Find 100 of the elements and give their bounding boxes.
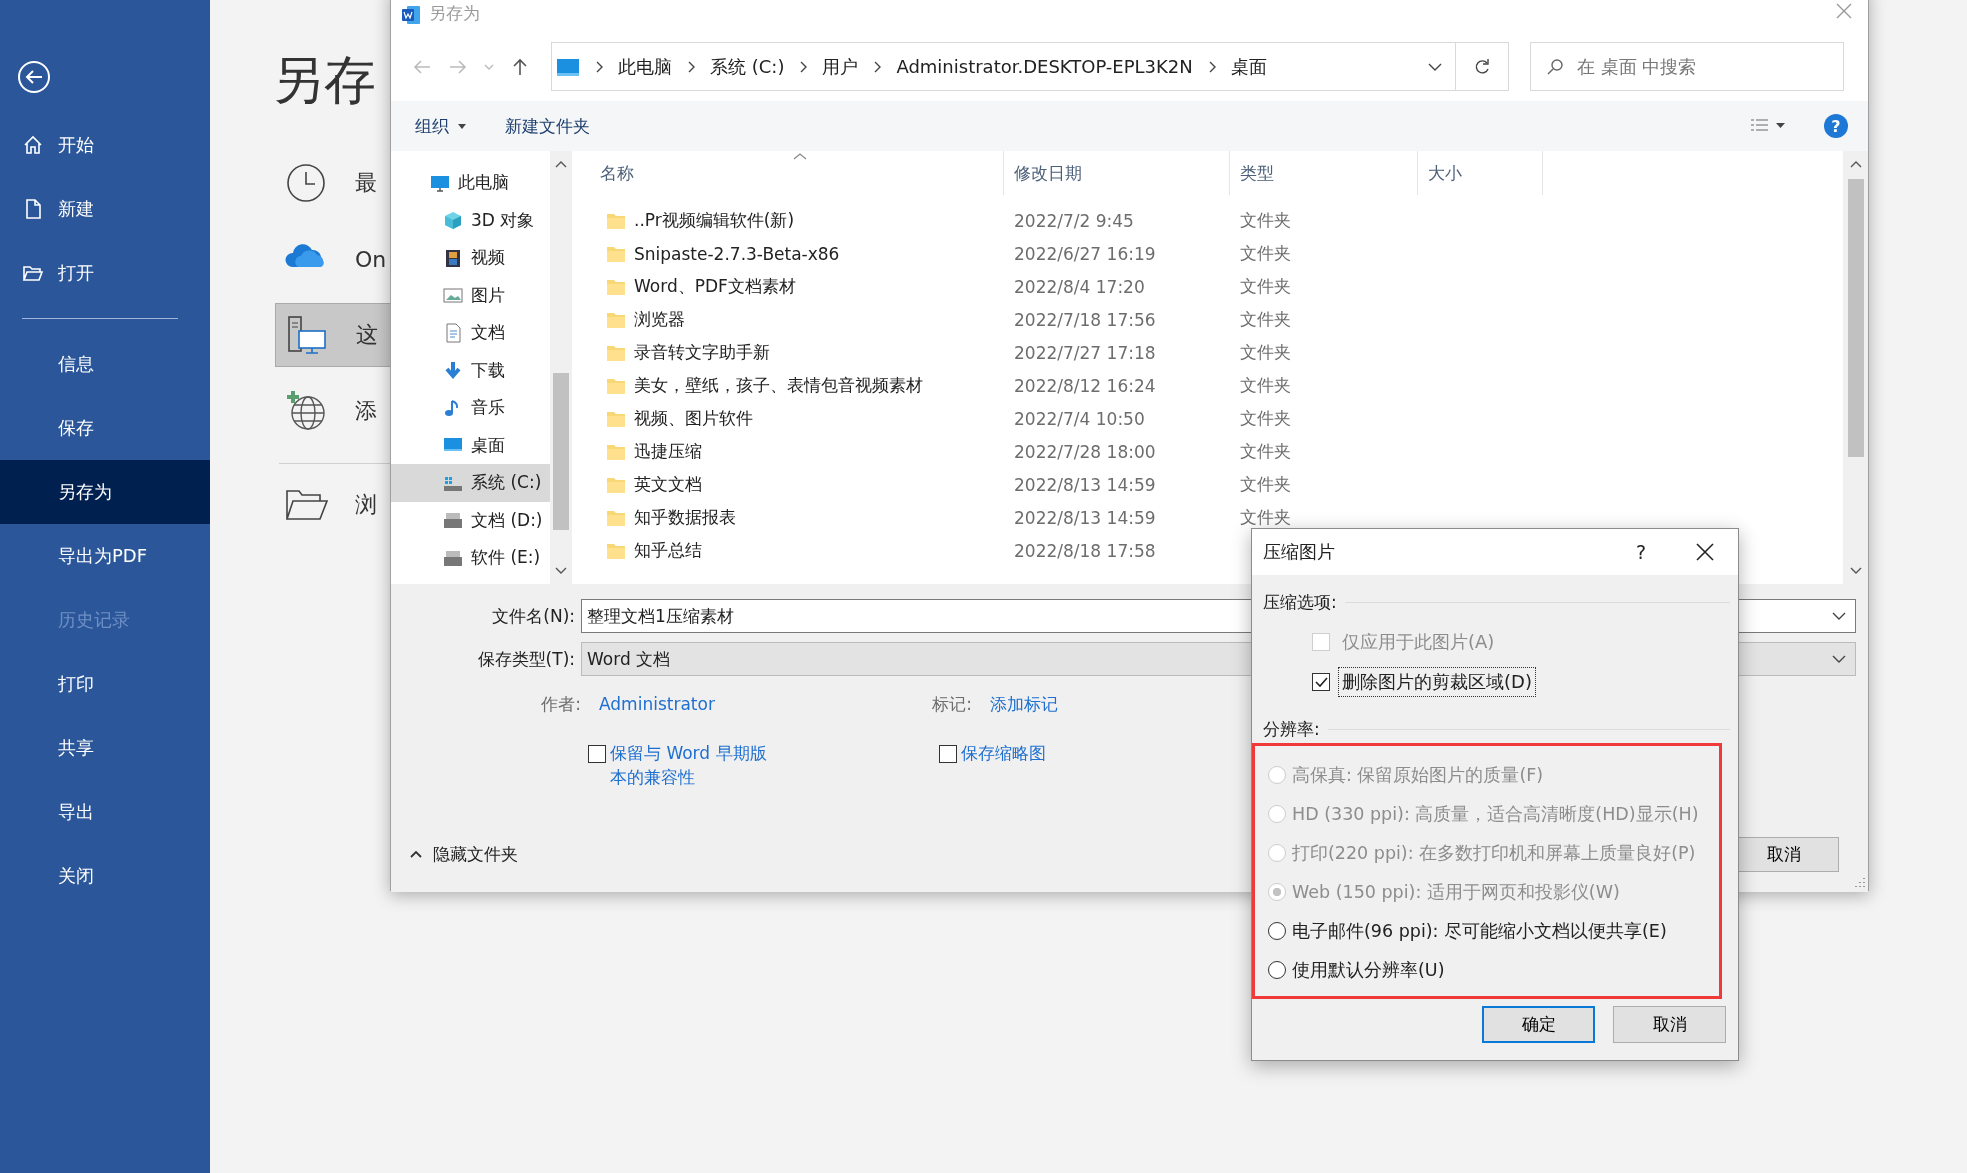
- column-header[interactable]: 名称: [590, 151, 1004, 195]
- menu-item[interactable]: 导出: [0, 780, 210, 844]
- menu-item[interactable]: 共享: [0, 716, 210, 780]
- column-header[interactable]: 类型: [1230, 151, 1418, 195]
- field-label: 文件名(N):: [491, 604, 576, 628]
- tree-item[interactable]: 3D 对象: [391, 201, 550, 239]
- scrollbar-thumb[interactable]: [553, 373, 569, 530]
- menu-item[interactable]: 新建: [0, 177, 210, 241]
- scrollbar[interactable]: [1843, 151, 1868, 584]
- file-name[interactable]: Snipaste-2.7.3-Beta-x86: [634, 243, 840, 264]
- menu-item[interactable]: 打开: [0, 241, 210, 305]
- chevron-icon: [686, 59, 696, 74]
- tree-item[interactable]: 音乐: [391, 389, 550, 427]
- address-bar[interactable]: 此电脑 系统 (C:) 用户 Administrator.DESKTOP-EPL3K2N 桌面: [551, 42, 1456, 91]
- search-field[interactable]: 在 桌面 中搜索: [1530, 42, 1844, 91]
- author-link[interactable]: Administrator: [599, 694, 715, 714]
- file-name[interactable]: 浏览器: [634, 308, 685, 331]
- refresh-button[interactable]: [1456, 42, 1509, 91]
- menu-item[interactable]: 信息: [0, 332, 210, 396]
- radio-label: HD (330 ppi): 高质量，适合高清晰度(HD)显示(H): [1292, 802, 1699, 826]
- back-icon[interactable]: [17, 60, 51, 94]
- column-header[interactable]: 修改日期: [1004, 151, 1230, 195]
- checkbox[interactable]: [588, 745, 606, 763]
- radio-label[interactable]: 使用默认分辨率(U): [1292, 957, 1445, 982]
- caret-up-icon: [409, 849, 423, 859]
- date-cell-text: 2022/8/4 17:20: [1013, 276, 1146, 297]
- menu-item[interactable]: 导出为PDF: [0, 524, 210, 588]
- file-name[interactable]: 知乎总结: [634, 539, 702, 562]
- toolbar-button[interactable]: 组织: [415, 114, 467, 138]
- checkbox-label[interactable]: 删除图片的剪裁区域(D): [1338, 667, 1536, 697]
- menu-label: 开始: [58, 133, 94, 157]
- help-button[interactable]: ?: [1635, 541, 1646, 563]
- type-cell-text: 文件夹: [1239, 407, 1292, 430]
- breadcrumb[interactable]: Administrator.DESKTOP-EPL3K2N: [896, 56, 1193, 77]
- tree-item[interactable]: 软件 (E:): [391, 539, 550, 577]
- file-name[interactable]: 美女，壁纸，孩子、表情包音视频素材: [634, 374, 923, 397]
- menu-item[interactable]: 保存: [0, 396, 210, 460]
- help-button[interactable]: ?: [1824, 114, 1848, 138]
- cancel-button[interactable]: 取消: [1613, 1006, 1726, 1043]
- scrollbar-thumb[interactable]: [1847, 179, 1864, 457]
- folder-icon: [606, 508, 626, 527]
- close-icon[interactable]: [1694, 541, 1716, 563]
- menu-item[interactable]: 另存为: [0, 460, 210, 524]
- file-name[interactable]: Word、PDF文档素材: [634, 275, 796, 298]
- monitor-icon: [556, 56, 580, 77]
- scroll-down-icon[interactable]: [1848, 566, 1863, 576]
- tree-item[interactable]: 文档 (D:): [391, 501, 550, 539]
- tree-label: 文档 (D:): [471, 508, 543, 532]
- toolbar-button[interactable]: 新建文件夹: [505, 114, 590, 138]
- page-title: 另存: [272, 49, 376, 112]
- add-tags-link[interactable]: 添加标记: [990, 692, 1058, 716]
- resize-grip-icon[interactable]: [1854, 876, 1866, 888]
- folder-icon: [606, 277, 626, 296]
- download-icon: [443, 360, 463, 381]
- radio-button[interactable]: [1268, 921, 1286, 940]
- column-header[interactable]: 大小: [1418, 151, 1543, 195]
- menu-item[interactable]: 打印: [0, 652, 210, 716]
- tree-item[interactable]: 视频: [391, 239, 550, 277]
- location-label: 这: [356, 321, 378, 349]
- date-cell-text: 2022/7/2 9:45: [1013, 210, 1135, 231]
- scroll-down-icon[interactable]: [554, 566, 568, 576]
- hide-folders-toggle[interactable]: 隐藏文件夹: [409, 842, 518, 866]
- date-cell-text: 2022/8/18 17:58: [1013, 540, 1157, 561]
- date-cell-text: 2022/7/4 10:50: [1013, 408, 1146, 429]
- date-cell-text: 2022/8/13 14:59: [1013, 474, 1157, 495]
- file-name[interactable]: 视频、图片软件: [634, 407, 753, 430]
- menu-label: 打开: [58, 261, 94, 285]
- breadcrumb[interactable]: 桌面: [1230, 54, 1267, 79]
- radio-label[interactable]: 电子邮件(96 ppi): 尽可能缩小文档以便共享(E): [1292, 918, 1667, 943]
- date-cell-text: 2022/7/27 17:18: [1013, 342, 1157, 363]
- file-name[interactable]: 迅捷压缩: [634, 440, 702, 463]
- location-label: 最: [355, 169, 377, 197]
- file-name[interactable]: 录音转文字助手新: [634, 341, 770, 364]
- search-icon: [1546, 58, 1564, 76]
- checkbox-label[interactable]: 保留与 Word 早期版本的兼容性: [610, 741, 775, 789]
- radio-button[interactable]: [1268, 960, 1286, 979]
- breadcrumb[interactable]: 用户: [822, 54, 859, 79]
- folder-icon: [606, 244, 626, 263]
- tree-label: 音乐: [471, 396, 505, 420]
- tree-item[interactable]: 系统 (C:): [391, 464, 550, 502]
- file-name[interactable]: ..Pr视频编辑软件(新): [634, 209, 794, 232]
- breadcrumb[interactable]: 系统 (C:): [710, 54, 785, 79]
- chevron-icon: [594, 59, 604, 74]
- menu-item[interactable]: 关闭: [0, 844, 210, 908]
- file-name[interactable]: 知乎数据报表: [634, 506, 736, 529]
- tree-item[interactable]: 桌面: [391, 426, 550, 464]
- scroll-up-icon[interactable]: [554, 159, 568, 169]
- checkbox[interactable]: [1312, 673, 1330, 691]
- menu-item[interactable]: 开始: [0, 113, 210, 177]
- tree-item[interactable]: 此电脑: [391, 164, 550, 202]
- tree-label: 系统 (C:): [471, 471, 542, 495]
- scrollbar[interactable]: [550, 151, 572, 584]
- file-name[interactable]: 英文文档: [634, 473, 702, 496]
- ok-button[interactable]: 确定: [1482, 1006, 1595, 1043]
- checkbox-label[interactable]: 保存缩略图: [961, 741, 1046, 765]
- date-cell-text: 2022/8/13 14:59: [1013, 507, 1157, 528]
- scroll-up-icon[interactable]: [1848, 159, 1863, 169]
- caret-icon: [457, 121, 467, 131]
- breadcrumb[interactable]: 此电脑: [618, 54, 672, 79]
- checkbox[interactable]: [939, 745, 957, 763]
